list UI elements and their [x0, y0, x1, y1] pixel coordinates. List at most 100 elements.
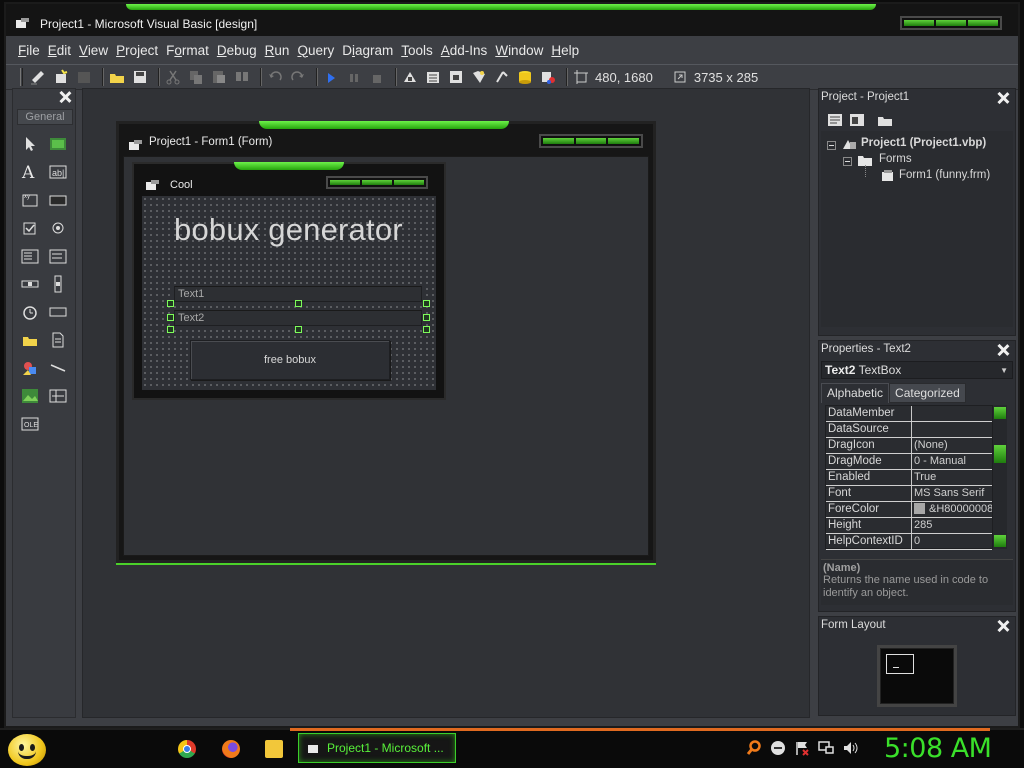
menu-window[interactable]: Window [495, 43, 543, 58]
form-position-preview[interactable] [886, 654, 914, 674]
menu-view[interactable]: View [79, 43, 108, 58]
add-form-icon[interactable] [52, 68, 70, 86]
project-explorer-icon[interactable] [401, 68, 419, 86]
property-value[interactable]: True [912, 470, 992, 485]
resize-handle-nw[interactable] [167, 300, 174, 307]
scroll-up-arrow[interactable] [994, 407, 1006, 419]
optionbutton-tool-icon[interactable] [49, 219, 67, 237]
properties-window-icon[interactable] [424, 68, 442, 86]
property-row[interactable]: Height 285 [826, 518, 992, 534]
line-tool-icon[interactable] [49, 359, 67, 377]
redo-icon[interactable] [289, 68, 307, 86]
property-value[interactable] [912, 406, 992, 421]
title-bar[interactable]: Project1 - Microsoft Visual Basic [desig… [6, 4, 1018, 36]
menu-format[interactable]: Format [166, 43, 209, 58]
property-row[interactable]: DragMode 0 - Manual [826, 454, 992, 470]
toolbox-close-icon[interactable] [59, 91, 71, 106]
property-value[interactable]: MS Sans Serif [912, 486, 992, 501]
volume-icon[interactable] [842, 740, 858, 756]
property-value[interactable] [912, 422, 992, 437]
label-tool-icon[interactable]: A [21, 163, 39, 183]
minimize-button[interactable] [904, 20, 934, 26]
tree-item-project[interactable]: Project1 (Project1.vbp) [861, 137, 986, 149]
free-bobux-button[interactable]: free bobux [190, 340, 390, 380]
component-manager-icon[interactable] [539, 68, 557, 86]
menu-help[interactable]: Help [551, 43, 579, 58]
menu-edit[interactable]: Edit [48, 43, 71, 58]
vb-app-icon[interactable] [16, 18, 30, 28]
menu-query[interactable]: Query [297, 43, 334, 58]
start-icon[interactable] [322, 68, 340, 86]
resize-handle-n[interactable] [295, 300, 302, 307]
view-object-icon[interactable] [849, 113, 865, 130]
property-row[interactable]: ForeColor &H80000008 [826, 502, 992, 518]
form-designer-icon[interactable] [129, 140, 143, 150]
properties-scrollbar[interactable] [993, 405, 1007, 549]
project-panel-close-icon[interactable] [997, 92, 1009, 104]
toolbox-tab-general[interactable]: General [17, 109, 73, 125]
property-value[interactable]: (None) [912, 438, 992, 453]
dirlistbox-tool-icon[interactable] [21, 331, 39, 349]
menu-add-ins[interactable]: Add-Ins [441, 43, 488, 58]
textbox-text2[interactable]: Text2 [174, 310, 422, 326]
network-icon[interactable] [818, 740, 834, 756]
view-code-icon[interactable] [827, 113, 843, 130]
property-row[interactable]: HelpContextID 0 [826, 534, 992, 550]
menu-diagram[interactable]: Diagram [342, 43, 393, 58]
toggle-folders-icon[interactable] [877, 113, 893, 130]
menu-editor-icon[interactable] [75, 68, 93, 86]
tree-item-form1[interactable]: Form1 (funny.frm) [899, 169, 990, 181]
action-center-flag-icon[interactable] [794, 740, 810, 756]
firefox-icon[interactable] [222, 740, 240, 758]
close-button[interactable] [608, 138, 640, 144]
collapse-project-icon[interactable] [827, 141, 836, 150]
timer-tool-icon[interactable] [21, 303, 39, 321]
listbox-tool-icon[interactable] [49, 247, 67, 265]
menu-run[interactable]: Run [265, 43, 290, 58]
frame-tool-icon[interactable]: xy [21, 191, 39, 209]
scroll-down-arrow[interactable] [994, 535, 1006, 547]
property-value[interactable]: &H80000008 [912, 502, 992, 517]
ole-tool-icon[interactable]: OLE [21, 415, 39, 433]
form-designer-controls[interactable] [539, 134, 643, 148]
tab-alphabetic[interactable]: Alphabetic [821, 383, 890, 403]
commandbutton-tool-icon[interactable] [49, 191, 67, 209]
add-project-icon[interactable] [29, 68, 47, 86]
shape-tool-icon[interactable] [21, 359, 39, 377]
object-selector[interactable]: Text2 TextBox ▼ [821, 361, 1013, 379]
menu-file[interactable]: File [18, 43, 40, 58]
find-icon[interactable] [233, 68, 251, 86]
end-icon[interactable] [368, 68, 386, 86]
pointer-tool-icon[interactable] [21, 135, 39, 153]
maximize-button[interactable] [936, 20, 966, 26]
image-tool-icon[interactable] [21, 387, 39, 405]
hscrollbar-tool-icon[interactable] [21, 275, 39, 293]
chevron-down-icon[interactable]: ▼ [1000, 363, 1008, 379]
property-row[interactable]: Enabled True [826, 470, 992, 486]
resize-handle-e[interactable] [423, 314, 430, 321]
drivelistbox-tool-icon[interactable] [49, 303, 67, 321]
label-bobux-generator[interactable]: bobux generator [174, 212, 403, 248]
menu-tools[interactable]: Tools [401, 43, 433, 58]
property-value[interactable]: 285 [912, 518, 992, 533]
save-project-icon[interactable] [131, 68, 149, 86]
menu-debug[interactable]: Debug [217, 43, 257, 58]
vscrollbar-tool-icon[interactable] [49, 275, 67, 293]
menu-project[interactable]: Project [116, 43, 158, 58]
resize-handle-s[interactable] [295, 326, 302, 333]
properties-panel-close-icon[interactable] [997, 344, 1009, 356]
scroll-thumb[interactable] [994, 445, 1006, 463]
undo-icon[interactable] [266, 68, 284, 86]
picturebox-tool-icon[interactable] [49, 135, 67, 153]
file-explorer-icon[interactable] [265, 740, 283, 758]
form-layout-close-icon[interactable] [997, 620, 1009, 632]
object-browser-icon[interactable] [470, 68, 488, 86]
tab-categorized[interactable]: Categorized [889, 383, 966, 403]
open-project-icon[interactable] [108, 68, 126, 86]
search-icon[interactable] [746, 740, 762, 756]
data-tool-icon[interactable] [49, 387, 67, 405]
start-button-smiley-icon[interactable] [8, 734, 46, 766]
property-row[interactable]: DataSource [826, 422, 992, 438]
chrome-icon[interactable] [178, 740, 196, 758]
property-row[interactable]: DragIcon (None) [826, 438, 992, 454]
